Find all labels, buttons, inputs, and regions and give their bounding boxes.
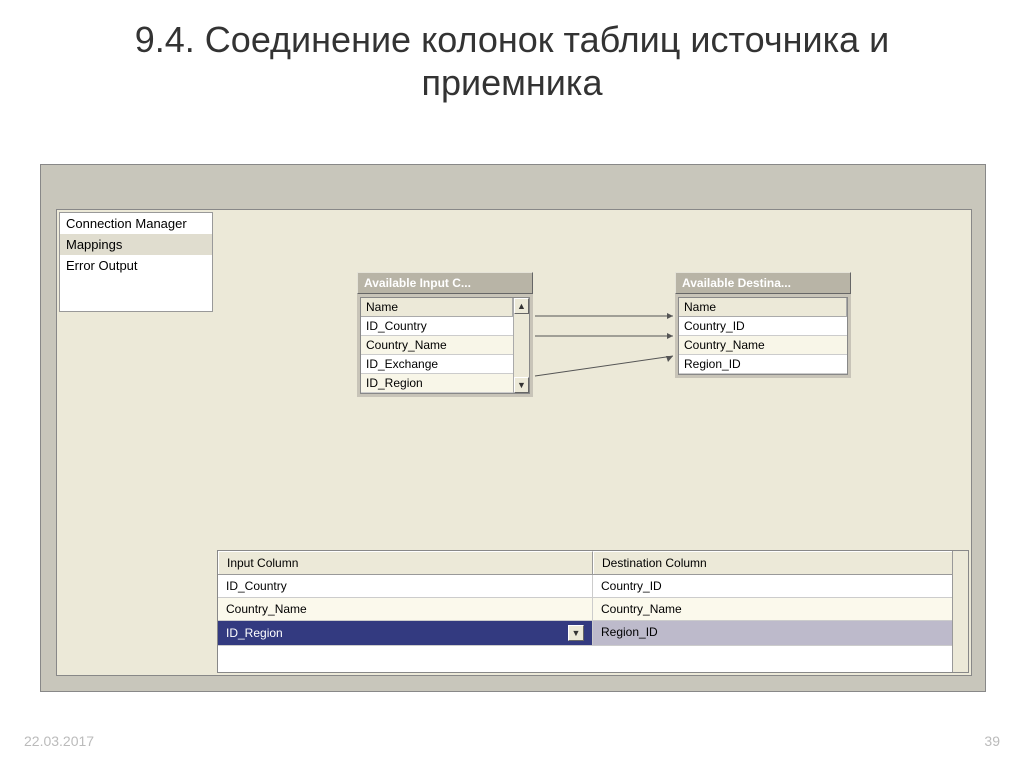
available-destination-columns-box: Available Destina... Name Country_ID Cou… [675,272,851,378]
input-col-id-exchange[interactable]: ID_Exchange [361,355,513,374]
input-col-country-name[interactable]: Country_Name [361,336,513,355]
grid-row[interactable]: Country_Name Country_Name [218,598,968,621]
dest-box-title: Available Destina... [675,272,851,294]
sidebar-item-error-output[interactable]: Error Output [60,255,212,276]
grid-cell-input-value: ID_Region [226,626,283,640]
scroll-up-icon[interactable]: ▲ [514,298,529,314]
sidebar-item-mappings[interactable]: Mappings [60,234,212,255]
mapping-connectors [533,272,675,432]
mapping-grid: Input Column Destination Column ID_Count… [217,550,969,673]
grid-scrollbar[interactable] [952,551,968,672]
sidebar: Connection Manager Mappings Error Output [59,212,213,312]
footer-date: 22.03.2017 [24,733,94,749]
dest-col-country-name[interactable]: Country_Name [679,336,847,355]
dest-box-header[interactable]: Name [679,298,847,316]
dest-col-country-id[interactable]: Country_ID [679,317,847,336]
dialog-inner: Connection Manager Mappings Error Output… [56,209,972,676]
grid-cell-input[interactable]: Country_Name [218,598,593,620]
input-box-title: Available Input C... [357,272,533,294]
input-col-id-region[interactable]: ID_Region [361,374,513,393]
dialog-window: Connection Manager Mappings Error Output… [40,164,986,692]
grid-row-selected[interactable]: ID_Region ▼ Region_ID [218,621,968,646]
input-box-scrollbar[interactable]: ▲ ▼ [513,298,529,393]
sidebar-item-connection-manager[interactable]: Connection Manager [60,213,212,234]
footer-page: 39 [984,733,1000,749]
slide-title: 9.4. Соединение колонок таблиц источника… [0,0,1024,114]
input-box-header[interactable]: Name [361,298,513,316]
dest-col-region-id[interactable]: Region_ID [679,355,847,374]
dropdown-icon[interactable]: ▼ [568,625,584,641]
grid-cell-dest[interactable]: Country_Name [593,598,968,620]
grid-cell-dest[interactable]: Region_ID [593,621,968,645]
grid-header-destination[interactable]: Destination Column [593,551,968,574]
grid-cell-input-dropdown[interactable]: ID_Region ▼ [218,621,593,645]
scroll-down-icon[interactable]: ▼ [514,377,529,393]
input-col-id-country[interactable]: ID_Country [361,317,513,336]
scroll-track[interactable] [514,314,529,377]
grid-header-input[interactable]: Input Column [218,551,593,574]
grid-cell-dest[interactable]: Country_ID [593,575,968,597]
available-input-columns-box: Available Input C... Name ID_Country Cou… [357,272,533,397]
grid-cell-input[interactable]: ID_Country [218,575,593,597]
grid-row[interactable]: ID_Country Country_ID [218,575,968,598]
mapping-canvas: Available Input C... Name ID_Country Cou… [217,212,969,547]
